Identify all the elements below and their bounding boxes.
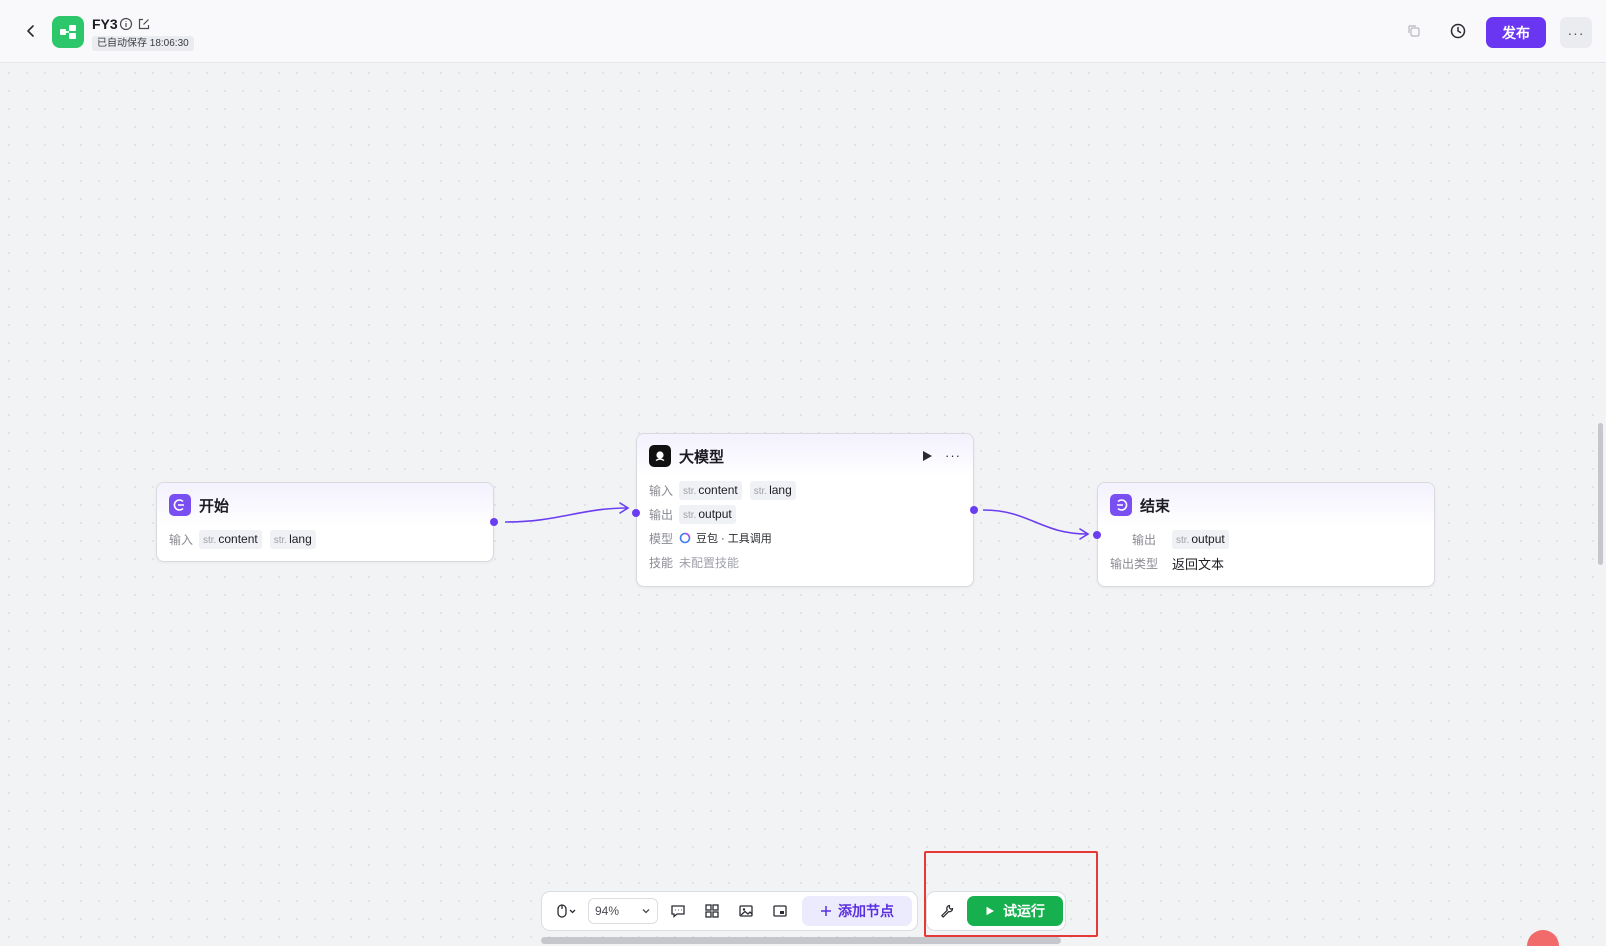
llm-input-port[interactable] xyxy=(632,509,640,517)
llm-input-tag: str. content xyxy=(679,480,742,500)
run-toolbar: 试运行 xyxy=(926,891,1066,931)
history-icon[interactable] xyxy=(1449,22,1467,40)
interaction-mode-button[interactable] xyxy=(550,897,584,925)
app-title: FY3 xyxy=(92,16,118,32)
wrench-icon xyxy=(941,904,954,918)
test-run-button[interactable]: 试运行 xyxy=(967,896,1063,926)
start-node[interactable]: 开始 输入 str. content str. lang xyxy=(156,482,494,562)
vertical-scrollbar[interactable] xyxy=(1598,423,1603,565)
start-node-title: 开始 xyxy=(199,497,230,515)
doubao-model-icon xyxy=(679,532,691,544)
workflow-icon xyxy=(52,16,84,48)
play-icon[interactable] xyxy=(921,450,933,462)
comment-icon xyxy=(671,905,685,918)
end-output-tag: str. output xyxy=(1172,529,1229,549)
test-run-label: 试运行 xyxy=(1003,903,1045,919)
add-node-button[interactable]: 添加节点 xyxy=(802,896,912,926)
llm-node[interactable]: 大模型 ··· 输入 str. content str. lang 输出 str. o… xyxy=(636,433,974,587)
llm-output-port[interactable] xyxy=(970,506,978,514)
export-image-button[interactable] xyxy=(732,897,760,925)
horizontal-scrollbar[interactable] xyxy=(541,937,1061,944)
top-bar: FY3 已自动保存 18:06:30 发布 ··· xyxy=(0,0,1606,63)
llm-node-icon xyxy=(649,445,671,467)
edit-icon[interactable] xyxy=(137,17,151,31)
llm-output-label: 输出 xyxy=(649,507,674,522)
end-node[interactable]: 结束 输出 str. output 输出类型 返回文本 xyxy=(1097,482,1435,587)
start-input-label: 输入 xyxy=(169,532,194,547)
info-icon[interactable] xyxy=(119,17,133,31)
publish-button[interactable]: 发布 xyxy=(1486,17,1546,48)
chevron-down-icon xyxy=(642,909,650,914)
more-options-button[interactable]: ··· xyxy=(1560,17,1592,48)
back-arrow-icon xyxy=(27,25,34,37)
play-icon xyxy=(986,906,994,916)
llm-model-value: 豆包 · 工具调用 xyxy=(696,533,772,545)
llm-output-tag: str. output xyxy=(679,504,736,524)
end-input-port[interactable] xyxy=(1093,531,1101,539)
comment-button[interactable] xyxy=(664,897,692,925)
back-button[interactable] xyxy=(20,20,42,42)
end-output-label: 输出 xyxy=(1132,532,1157,547)
add-node-label: 添加节点 xyxy=(838,903,894,919)
autosave-status: 已自动保存 18:06:30 xyxy=(92,36,194,51)
llm-skill-label: 技能 xyxy=(649,555,674,570)
llm-skill-value: 未配置技能 xyxy=(679,555,740,570)
end-node-title: 结束 xyxy=(1140,497,1171,515)
chevron-down-icon xyxy=(569,909,576,914)
minimap-icon xyxy=(773,905,787,917)
start-input-tag: str. lang xyxy=(269,529,316,549)
grid-icon xyxy=(705,904,719,918)
node-more-button[interactable]: ··· xyxy=(945,448,961,463)
edge-llm-end[interactable] xyxy=(982,509,1089,535)
end-output-type-label: 输出类型 xyxy=(1110,556,1159,571)
llm-input-label: 输入 xyxy=(649,483,674,498)
end-node-icon xyxy=(1110,494,1132,516)
image-icon xyxy=(739,905,753,917)
llm-input-tag: str. lang xyxy=(749,480,796,500)
start-output-port[interactable] xyxy=(490,518,498,526)
copy-icon[interactable] xyxy=(1406,23,1422,39)
zoom-select[interactable]: 94% xyxy=(588,898,658,924)
edge-start-llm[interactable] xyxy=(504,507,629,523)
plus-icon xyxy=(821,906,831,916)
llm-model-label: 模型 xyxy=(649,531,674,546)
start-node-icon xyxy=(169,494,191,516)
end-output-type-value: 返回文本 xyxy=(1172,556,1225,572)
start-input-tag: str. content xyxy=(199,529,262,549)
layout-button[interactable] xyxy=(698,897,726,925)
mouse-icon xyxy=(557,904,576,918)
llm-node-title: 大模型 xyxy=(679,448,725,466)
zoom-value: 94% xyxy=(595,904,620,918)
canvas-toolbar: 94% 添加节点 xyxy=(541,891,918,931)
workflow-canvas[interactable]: 开始 输入 str. content str. lang 大模型 ··· 输入 st… xyxy=(0,64,1606,946)
debug-settings-button[interactable] xyxy=(933,897,961,925)
minimap-button[interactable] xyxy=(766,897,794,925)
